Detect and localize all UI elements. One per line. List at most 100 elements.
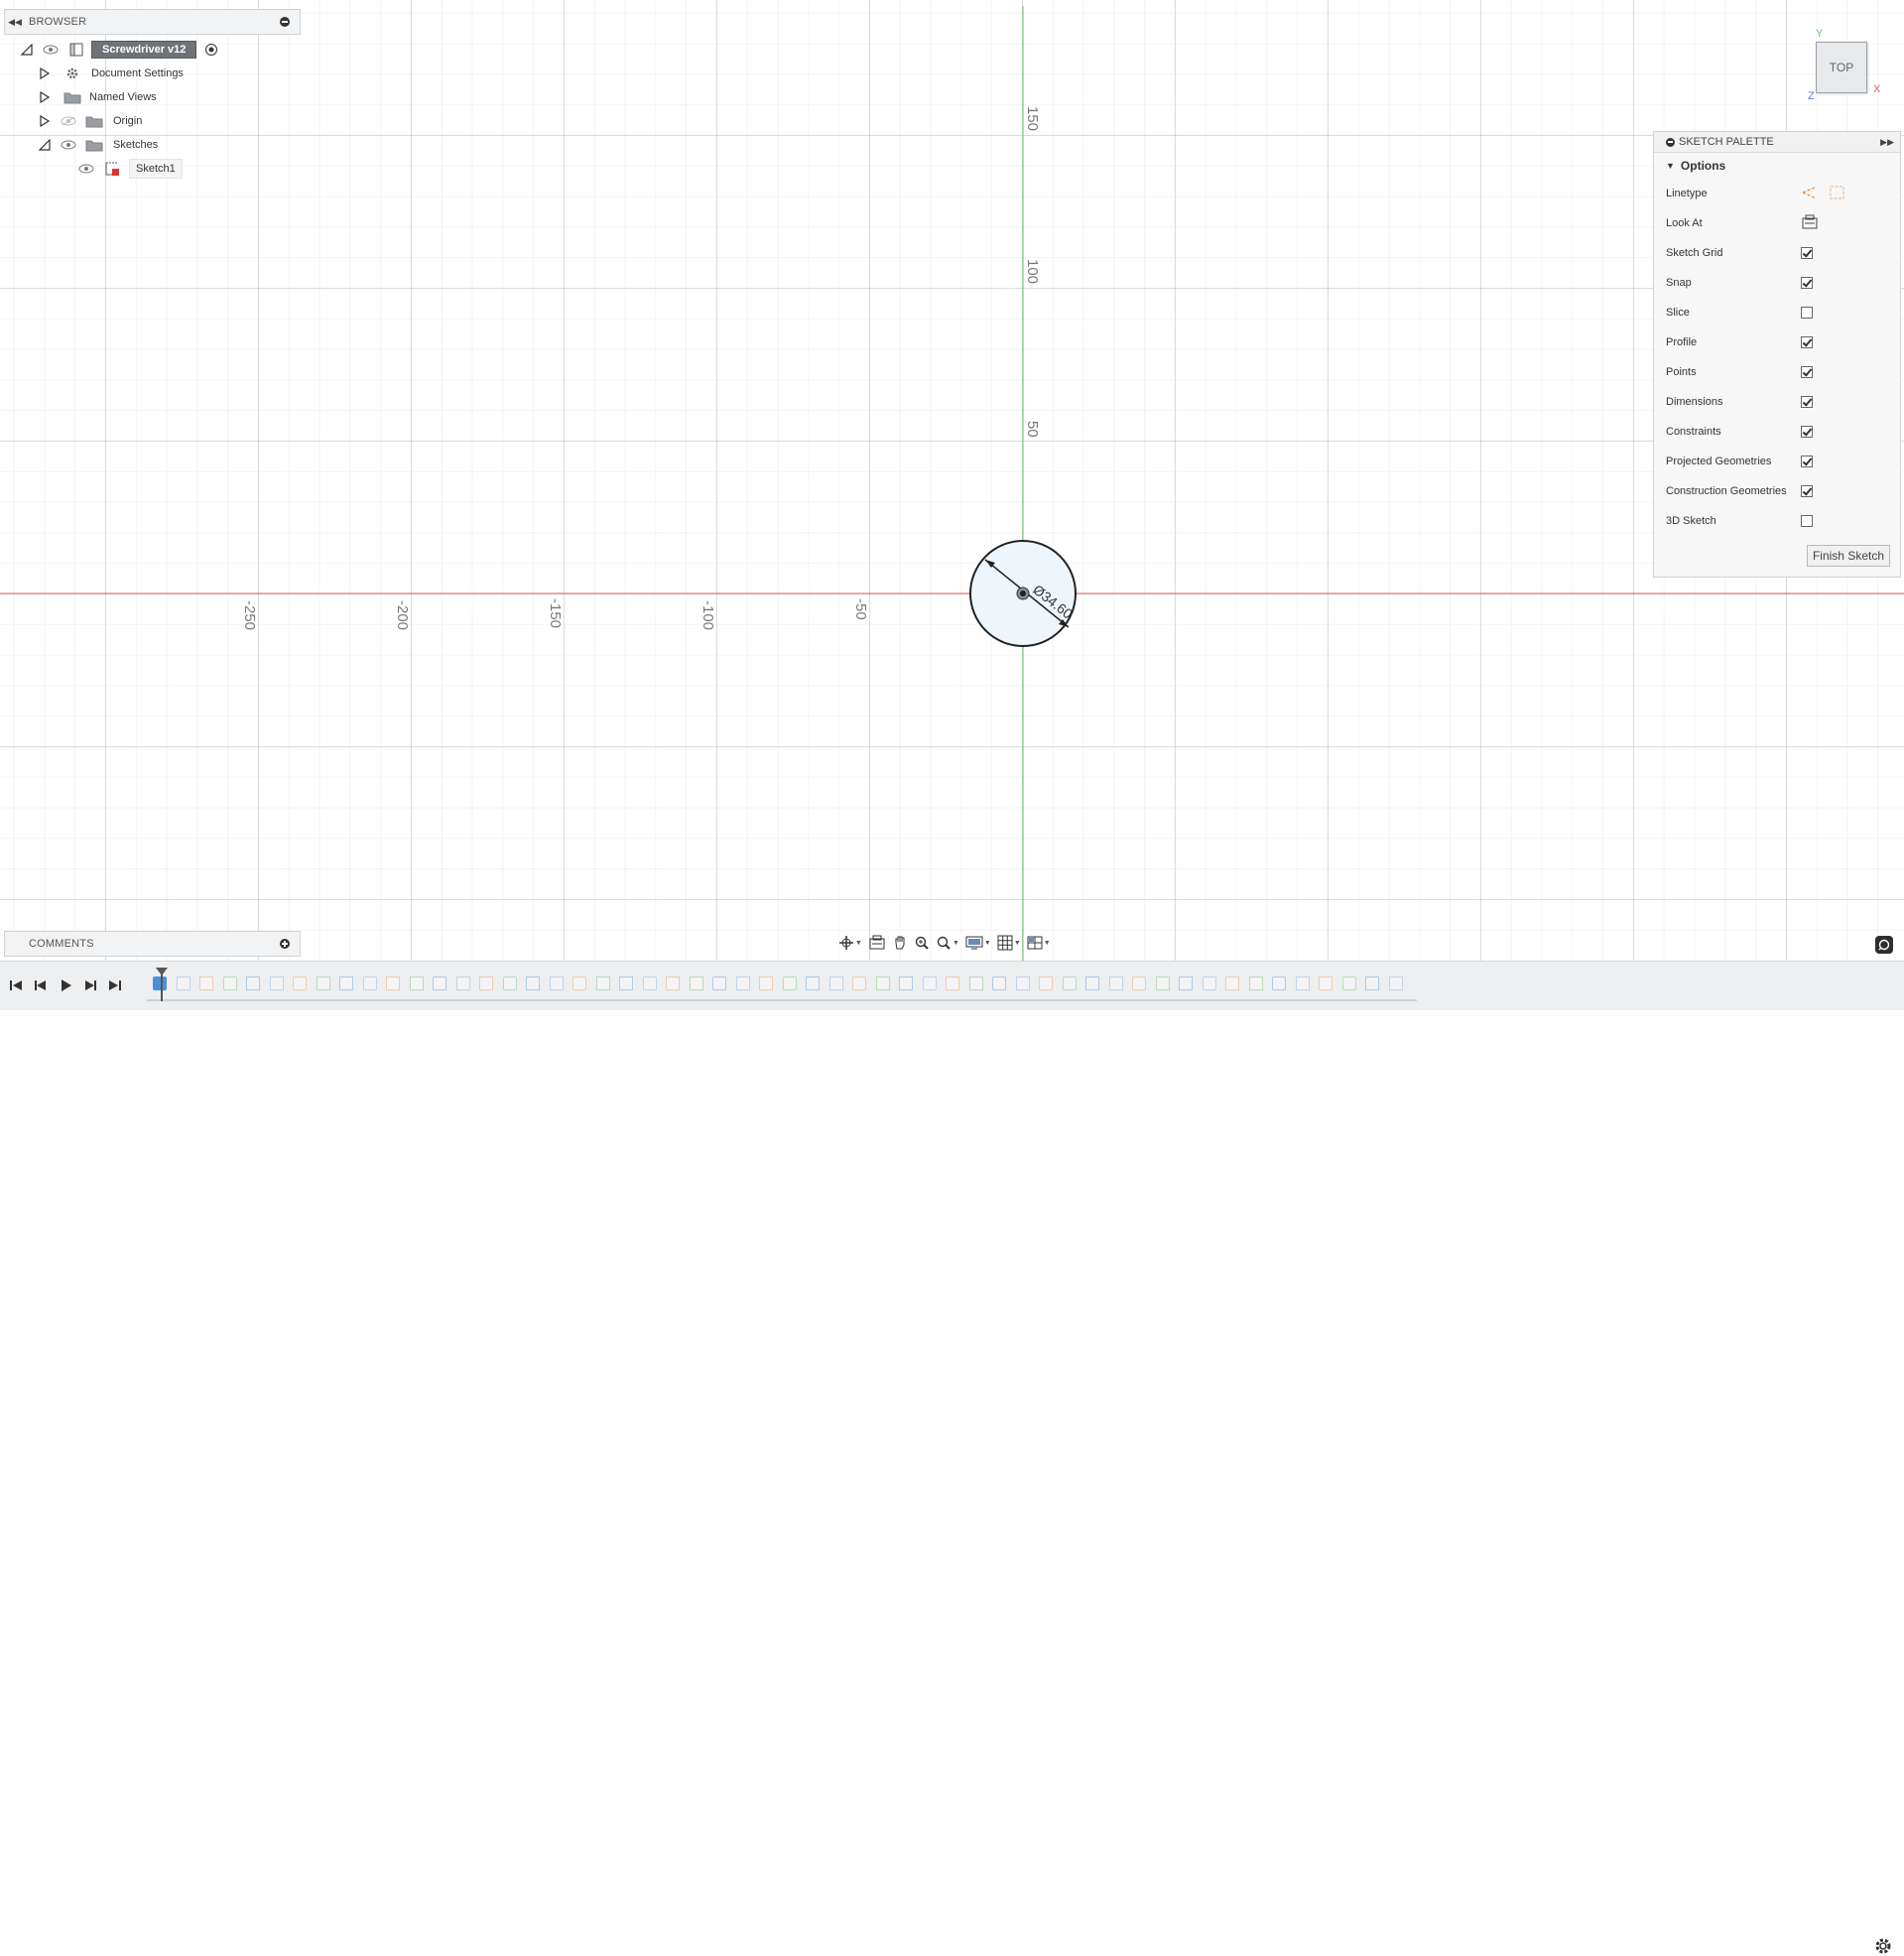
timeline-feature-icon[interactable] <box>549 977 564 990</box>
timeline-feature-icon[interactable] <box>409 977 424 990</box>
hidden-eye-icon[interactable] <box>60 114 77 128</box>
timeline-first-button[interactable] <box>6 976 26 995</box>
timeline-feature-icon[interactable] <box>269 977 284 990</box>
collapse-panel-icon[interactable]: ◀◀ <box>5 17 25 28</box>
profile-checkbox[interactable] <box>1801 336 1813 348</box>
document-name[interactable]: Screwdriver v12 <box>91 41 197 59</box>
timeline-feature-icon[interactable] <box>1155 977 1170 990</box>
timeline-previous-button[interactable] <box>31 976 51 995</box>
timeline-feature-icon[interactable] <box>735 977 750 990</box>
browser-item-named-views[interactable]: Named Views <box>38 86 157 108</box>
browser-root-row[interactable]: Screwdriver v12 <box>20 39 220 61</box>
timeline-play-button[interactable] <box>56 976 75 995</box>
timeline-feature-icon[interactable] <box>222 977 237 990</box>
timeline-next-button[interactable] <box>80 976 100 995</box>
timeline-track[interactable] <box>147 999 1417 1001</box>
timeline-feature-icon[interactable] <box>595 977 610 990</box>
timeline-feature-icon[interactable] <box>199 977 213 990</box>
options-section-header[interactable]: ▼ Options <box>1654 153 1900 179</box>
timeline-feature-icon[interactable] <box>502 977 517 990</box>
timeline-feature-icon[interactable] <box>1248 977 1263 990</box>
collapse-triangle-icon[interactable] <box>20 43 34 57</box>
collapse-triangle-icon[interactable] <box>38 138 52 152</box>
timeline-feature-icon[interactable] <box>968 977 983 990</box>
viewcube-face-label[interactable]: TOP <box>1830 61 1853 74</box>
timeline-feature-icon[interactable] <box>526 977 540 990</box>
construction-linetype-icon[interactable] <box>1801 185 1819 203</box>
timeline-feature-icon[interactable] <box>1179 977 1193 990</box>
timeline-marker[interactable] <box>156 968 168 1001</box>
timeline-feature-icon[interactable] <box>852 977 866 990</box>
timeline-feature-icon[interactable] <box>946 977 959 990</box>
activate-radio-icon[interactable] <box>202 43 220 57</box>
timeline-feature-icon[interactable] <box>642 977 657 990</box>
timeline-feature-icon[interactable] <box>899 977 913 990</box>
timeline-feature-icon[interactable] <box>619 977 633 990</box>
minimize-palette-button[interactable] <box>1666 137 1675 147</box>
browser-item-document-settings[interactable]: Document Settings <box>38 63 184 84</box>
visibility-eye-icon[interactable] <box>42 43 60 57</box>
look-at-button[interactable] <box>865 931 889 955</box>
timeline-feature-icon[interactable] <box>666 977 680 990</box>
timeline-feature-icon[interactable] <box>806 977 820 990</box>
timeline-feature-icon[interactable] <box>689 977 703 990</box>
slice-checkbox[interactable] <box>1801 307 1813 319</box>
timeline-feature-icon[interactable] <box>1108 977 1123 990</box>
pan-button[interactable] <box>889 931 911 955</box>
zoom-window-button[interactable]: ▼ <box>933 931 962 955</box>
timeline-feature-icon[interactable] <box>1388 977 1403 990</box>
browser-item-origin[interactable]: Origin <box>38 110 142 132</box>
settings-gear-icon[interactable] <box>1873 1936 1893 1956</box>
timeline-feature-icon[interactable] <box>875 977 890 990</box>
3d-sketch-checkbox[interactable] <box>1801 515 1813 527</box>
timeline-feature-icon[interactable] <box>1062 977 1077 990</box>
add-comment-button[interactable] <box>280 939 290 949</box>
timeline-feature-icon[interactable] <box>293 977 307 990</box>
minimize-browser-button[interactable] <box>280 17 290 27</box>
expand-triangle-icon[interactable] <box>38 114 52 128</box>
timeline-feature-icon[interactable] <box>455 977 470 990</box>
timeline-feature-icon[interactable] <box>1272 977 1286 990</box>
sketch-grid-checkbox[interactable] <box>1801 247 1813 259</box>
constraints-checkbox[interactable] <box>1801 426 1813 438</box>
comments-chat-button[interactable] <box>1875 936 1893 954</box>
timeline-feature-icon[interactable] <box>362 977 377 990</box>
look-at-icon[interactable] <box>1801 214 1819 233</box>
finish-sketch-button[interactable]: Finish Sketch <box>1806 545 1890 567</box>
grid-settings-button[interactable]: ▼ <box>994 931 1024 955</box>
expand-triangle-icon[interactable] <box>38 90 52 104</box>
timeline-feature-icon[interactable] <box>992 977 1006 990</box>
timeline-feature-icon[interactable] <box>1225 977 1239 990</box>
projected-geometries-checkbox[interactable] <box>1801 456 1813 467</box>
zoom-button[interactable] <box>911 931 933 955</box>
timeline-feature-icon[interactable] <box>153 977 167 990</box>
timeline-feature-icon[interactable] <box>433 977 446 990</box>
orbit-button[interactable]: ▼ <box>835 931 865 955</box>
display-settings-button[interactable]: ▼ <box>962 931 994 955</box>
browser-item-sketches[interactable]: Sketches <box>38 134 158 156</box>
timeline-feature-icon[interactable] <box>1295 977 1310 990</box>
timeline-feature-icon[interactable] <box>386 977 400 990</box>
timeline-feature-icon[interactable] <box>1341 977 1356 990</box>
timeline-feature-icon[interactable] <box>782 977 797 990</box>
timeline-feature-icon[interactable] <box>828 977 843 990</box>
timeline-feature-icon[interactable] <box>1365 977 1379 990</box>
visibility-eye-icon[interactable] <box>60 138 77 152</box>
timeline-feature-icon[interactable] <box>1132 977 1146 990</box>
timeline-feature-icon[interactable] <box>1085 977 1099 990</box>
timeline-feature-icon[interactable] <box>246 977 260 990</box>
timeline-last-button[interactable] <box>105 976 125 995</box>
timeline-feature-icon[interactable] <box>339 977 353 990</box>
timeline-feature-icon[interactable] <box>922 977 937 990</box>
timeline-feature-icon[interactable] <box>1202 977 1216 990</box>
timeline-feature-icon[interactable] <box>316 977 330 990</box>
timeline-feature-icon[interactable] <box>1319 977 1333 990</box>
timeline-feature-icon[interactable] <box>176 977 190 990</box>
viewcube[interactable]: TOP <box>1816 42 1867 93</box>
expand-triangle-icon[interactable] <box>38 66 52 80</box>
construction-geometries-checkbox[interactable] <box>1801 485 1813 497</box>
viewports-button[interactable]: ▼ <box>1024 931 1054 955</box>
timeline-feature-icon[interactable] <box>572 977 586 990</box>
centerline-linetype-icon[interactable] <box>1829 185 1846 203</box>
timeline-feature-icon[interactable] <box>1039 977 1053 990</box>
